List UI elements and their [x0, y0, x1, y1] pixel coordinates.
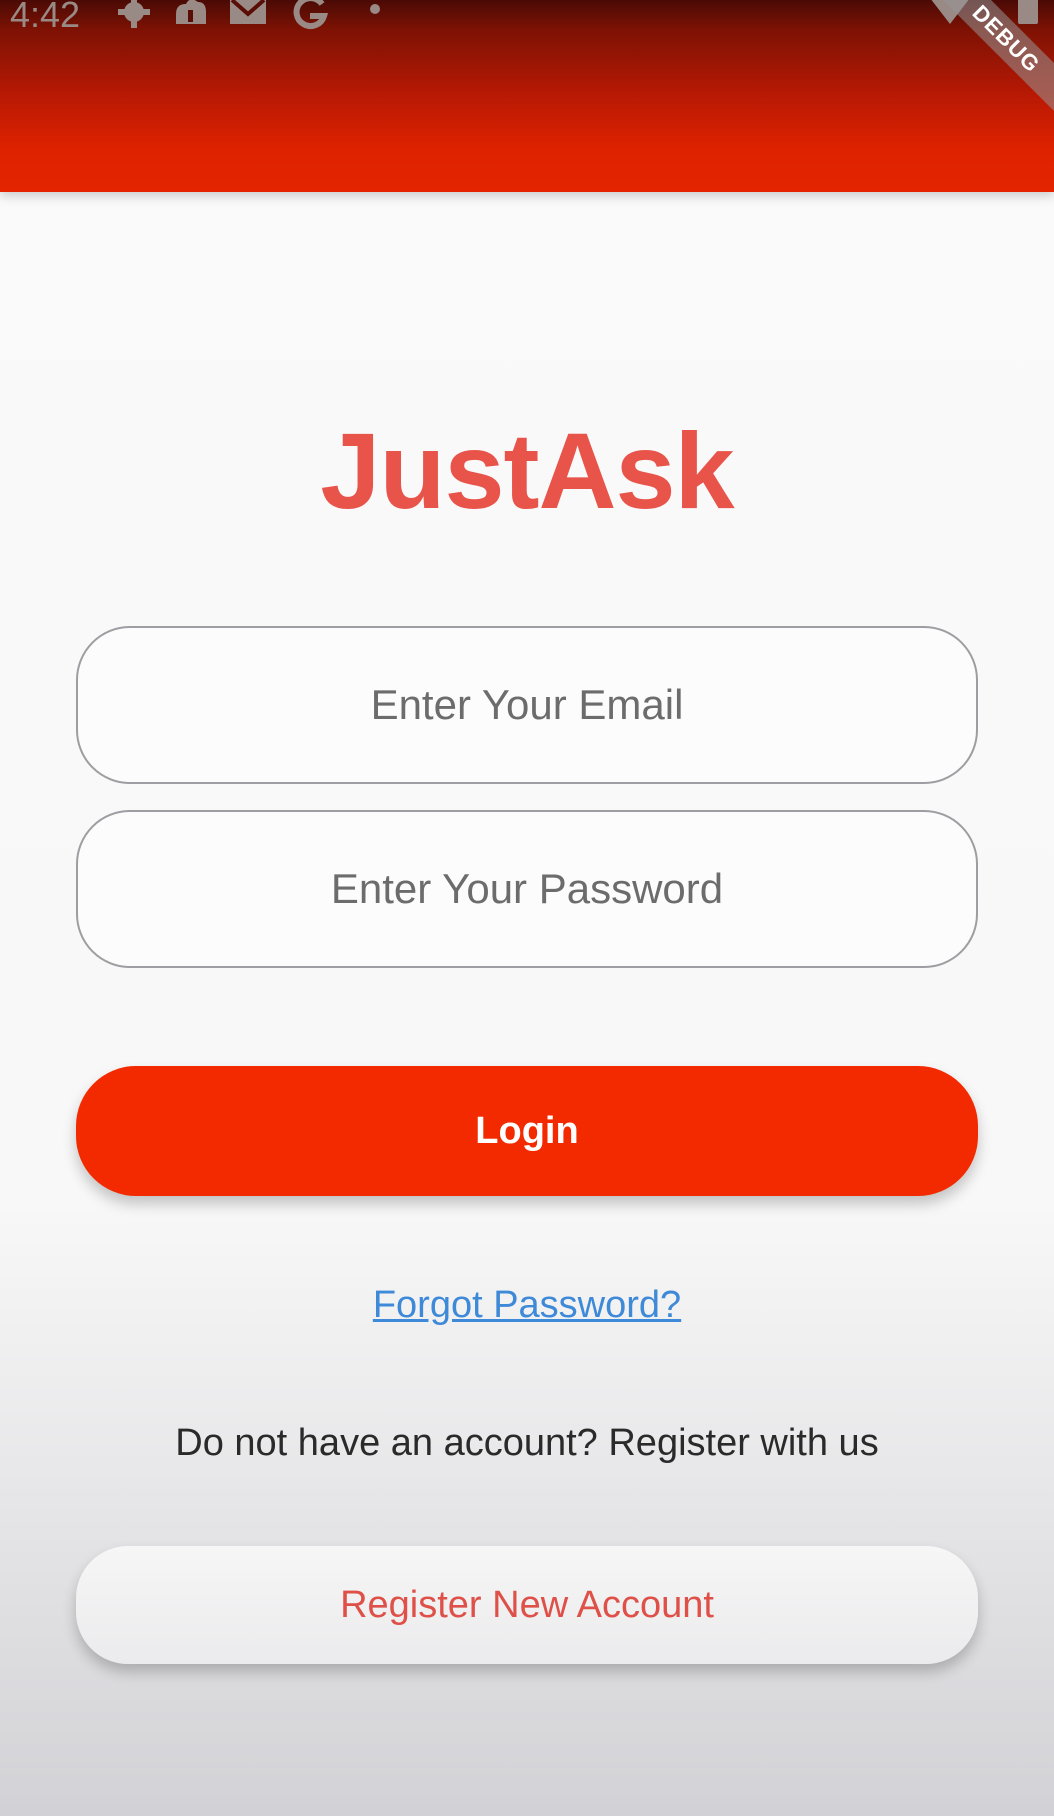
- app-title: JustAsk: [320, 410, 734, 531]
- password-field[interactable]: [76, 810, 978, 968]
- email-field[interactable]: [76, 626, 978, 784]
- status-time: 4:42: [10, 0, 81, 35]
- forgot-password-link[interactable]: Forgot Password?: [0, 1284, 1054, 1327]
- register-prompt: Do not have an account? Register with us: [175, 1422, 879, 1464]
- status-bar: 4:42: [0, 0, 1054, 36]
- battery-icon: [1018, 0, 1038, 24]
- app-bar: 4:42 DEBUG: [0, 0, 1054, 192]
- gmail-icon: [230, 0, 266, 24]
- login-button[interactable]: Login: [76, 1066, 978, 1196]
- register-new-account-button[interactable]: Register New Account: [76, 1546, 978, 1664]
- login-screen: 4:42 DEBUG JustAsk Enter Your Email Logi…: [0, 0, 1054, 1816]
- dot-icon: [370, 4, 380, 14]
- google-icon: [293, 0, 329, 30]
- gear-icon: [118, 0, 150, 28]
- cloud-upload-icon: [176, 0, 206, 24]
